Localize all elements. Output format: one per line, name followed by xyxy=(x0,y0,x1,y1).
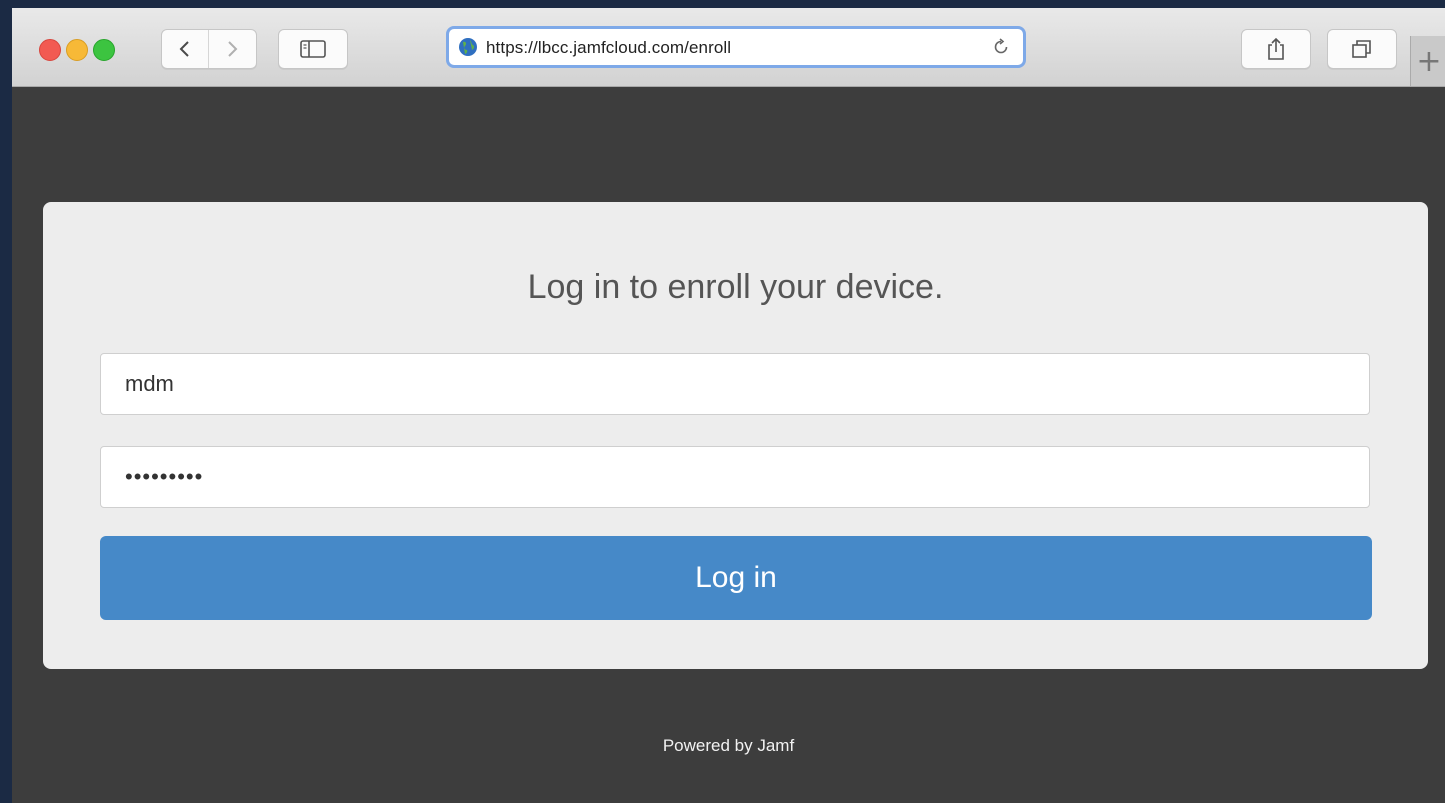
share-button[interactable] xyxy=(1241,29,1311,69)
browser-window: https://lbcc.jamfcloud.com/enroll + Log … xyxy=(12,8,1445,803)
password-input[interactable] xyxy=(100,446,1370,508)
login-button[interactable]: Log in xyxy=(100,536,1372,620)
new-tab-button[interactable]: + xyxy=(1410,36,1445,86)
address-bar[interactable]: https://lbcc.jamfcloud.com/enroll xyxy=(446,26,1026,68)
window-close-button[interactable] xyxy=(39,39,61,61)
reload-icon[interactable] xyxy=(991,37,1011,57)
chevron-right-icon xyxy=(228,41,238,57)
browser-toolbar: https://lbcc.jamfcloud.com/enroll + xyxy=(12,8,1445,87)
powered-by-footer: Powered by Jamf xyxy=(662,736,795,755)
login-heading: Log in to enroll your device. xyxy=(527,268,944,306)
window-minimize-button[interactable] xyxy=(66,39,88,61)
window-zoom-button[interactable] xyxy=(93,39,115,61)
sidebar-icon xyxy=(300,40,326,58)
back-button[interactable] xyxy=(162,30,209,68)
login-card: Log in to enroll your device. Log in xyxy=(43,202,1428,669)
forward-button[interactable] xyxy=(209,30,255,68)
tabs-overview-icon xyxy=(1352,40,1371,58)
url-text: https://lbcc.jamfcloud.com/enroll xyxy=(486,38,732,57)
username-input[interactable] xyxy=(100,353,1370,415)
chevron-left-icon xyxy=(179,41,189,57)
show-sidebar-button[interactable] xyxy=(278,29,348,69)
navigation-buttons xyxy=(161,29,257,69)
share-icon xyxy=(1268,37,1284,60)
globe-icon xyxy=(459,38,477,56)
tab-overview-button[interactable] xyxy=(1327,29,1397,69)
